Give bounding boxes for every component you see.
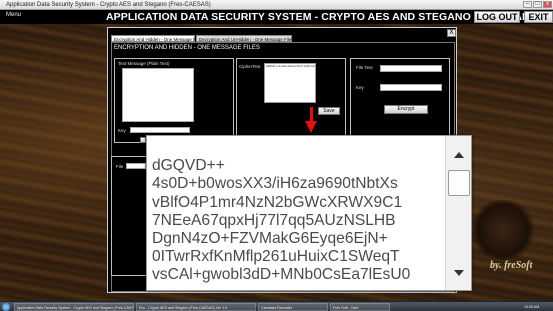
key-input[interactable] — [130, 127, 190, 133]
file-label: File — [116, 164, 124, 169]
close-window-icon[interactable]: x — [543, 1, 552, 8]
app-header: Menu APPLICATION DATA SECURITY SYSTEM - … — [0, 10, 553, 24]
start-icon[interactable] — [2, 303, 10, 311]
scroll-up-icon[interactable] — [454, 152, 464, 158]
window-titlebar: Application Data Security System - Crypt… — [0, 0, 553, 10]
file-text-label: File Text — [356, 65, 373, 70]
taskbar-item[interactable]: Application Data Security System - Crypt… — [14, 303, 134, 311]
menu-button[interactable]: Menu — [6, 12, 21, 18]
zoom-line: vBlfO4P1mr4NzN2bGWcXRWX9C1 — [152, 193, 403, 211]
exit-button[interactable]: EXIT — [524, 11, 553, 23]
zoom-line: DgnN4zO+FZVMakG6Eyqe6EjN+ — [152, 230, 388, 248]
decorative-wheel — [468, 200, 538, 260]
file-path-input[interactable] — [126, 163, 146, 169]
zoom-line: 0ITwrRxfKnMflp261uHuixC1SWeqT — [152, 248, 400, 266]
tab-encryption[interactable]: Encryption And Hidden - One Message File… — [111, 35, 203, 42]
zoom-ciphertext: dGQVD++ 4s0D+b0wosXX3/iH6za9690tNbtXs vBlf… — [152, 139, 442, 290]
text-message-label: Text Message (Plain Text) — [118, 61, 170, 66]
zoom-line: dGQVD++ — [152, 157, 225, 175]
zoom-line: 4s0D+b0wosXX3/iH6za9690tNbtXs — [152, 175, 398, 193]
zoom-scrollbar[interactable] — [445, 136, 471, 290]
logout-button[interactable]: LOG OUT — [474, 11, 520, 23]
taskbar-item[interactable]: Fres Soft - Cam — [330, 303, 390, 311]
taskbar-clock: 10:05 AM — [524, 305, 540, 309]
zoom-line: 7NEeA67qpxHj77l7qq5AUzNSLHB — [152, 211, 396, 229]
red-arrow-icon — [305, 121, 317, 133]
cipher-label: CipherText — [239, 64, 261, 69]
window-title: Application Data Security System - Crypt… — [6, 2, 211, 8]
file-text-input[interactable] — [380, 65, 442, 72]
file-key-input[interactable] — [380, 84, 442, 91]
taskbar-item[interactable]: Camtasia Recorder — [258, 303, 328, 311]
taskbar: Application Data Security System - Crypt… — [0, 301, 553, 311]
minimize-icon[interactable]: – — [523, 1, 532, 8]
scroll-down-icon[interactable] — [454, 270, 464, 276]
dialog-close-button[interactable]: X — [447, 29, 456, 37]
ciphertext-zoom-box[interactable]: dGQVD++ 4s0D+b0wosXX3/iH6za9690tNbtXs vBlf… — [146, 135, 472, 291]
scroll-thumb[interactable] — [448, 170, 470, 196]
plaintext-input[interactable] — [122, 68, 194, 122]
zoom-line: vsCAl+gwobl3dD+MNb0CsEa7lEsU0 — [152, 266, 411, 284]
maximize-icon[interactable]: □ — [533, 1, 542, 8]
key-label: Key — [118, 128, 126, 133]
encrypt-button[interactable]: Encrypt — [384, 105, 428, 114]
save-button[interactable]: Save — [318, 107, 340, 115]
file-group-lower — [111, 156, 149, 276]
key-label-2: Key — [356, 85, 364, 90]
watermark-text: by. freSoft — [490, 260, 533, 271]
ciphertext-output[interactable]: dGQVD++4s0D+b0wosXX3/iH6za9690tNbtXsvBlf… — [264, 63, 316, 103]
taskbar-item[interactable]: Enc - Crypto AES and Stegano (Fres-CAESA… — [136, 303, 256, 311]
panel-heading: ENCRYPTION AND HIDDEN - ONE MESSAGE FILE… — [114, 45, 260, 51]
tab-decryption[interactable]: Decryption And UnHidden - One Message Fi… — [196, 35, 294, 42]
